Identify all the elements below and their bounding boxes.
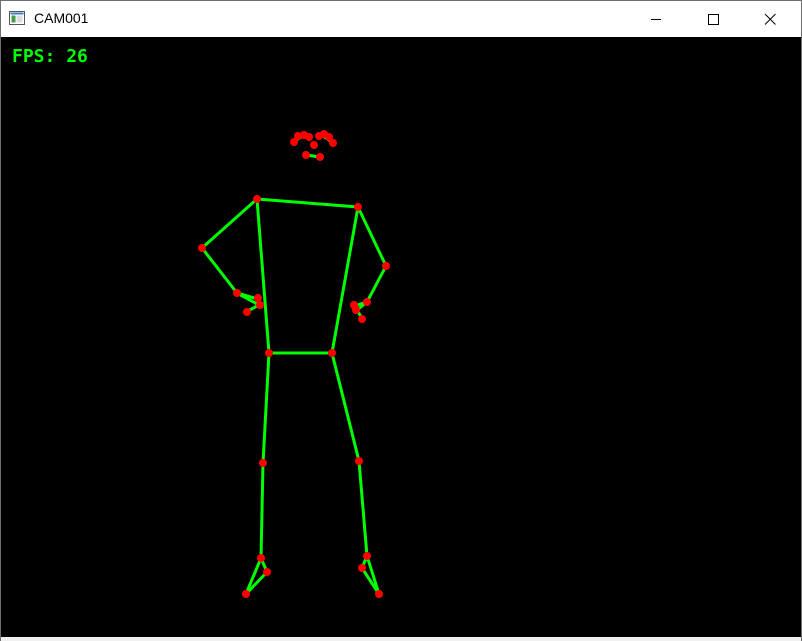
- app-window: CAM001 FPS: 26: [0, 0, 802, 641]
- joint-left-heel: [263, 568, 271, 576]
- joint-mouth-left: [302, 151, 310, 159]
- joint-right-hand: [358, 315, 366, 323]
- bone-shoulders: [255, 197, 360, 209]
- minimize-icon: [651, 18, 661, 20]
- bone-torso-left: [255, 197, 271, 355]
- joint-face: [329, 139, 337, 147]
- joint-right-elbow: [382, 262, 390, 270]
- bone-right-foot-1: [365, 554, 381, 596]
- joint-left-hip: [265, 349, 273, 357]
- bone-left-upper-arm: [200, 197, 259, 250]
- joint-right-hand: [352, 306, 360, 314]
- joint-right-toe: [375, 590, 383, 598]
- joint-face: [310, 141, 318, 149]
- joint-mouth-right: [316, 153, 324, 161]
- joint-left-hand: [243, 308, 251, 316]
- close-icon: [764, 13, 776, 25]
- maximize-icon: [708, 13, 719, 25]
- joint-left-wrist: [233, 289, 241, 297]
- joint-left-shoulder: [253, 195, 261, 203]
- bone-right-upper-arm: [356, 205, 388, 268]
- bone-left-thigh: [261, 351, 271, 465]
- joint-left-knee: [259, 459, 267, 467]
- title-bar[interactable]: CAM001: [1, 1, 801, 37]
- joint-left-toe: [242, 590, 250, 598]
- bone-left-foot-1: [244, 556, 263, 596]
- camera-view: FPS: 26: [1, 37, 801, 637]
- maximize-button[interactable]: [690, 1, 736, 36]
- joint-right-shoulder: [354, 203, 362, 211]
- bone-right-shin: [357, 459, 369, 558]
- bone-left-forearm: [200, 246, 239, 295]
- close-button[interactable]: [747, 1, 793, 36]
- joint-right-knee: [355, 457, 363, 465]
- bone-torso-right: [330, 205, 360, 355]
- joint-right-heel: [358, 564, 366, 572]
- joint-face: [305, 133, 313, 141]
- joint-left-hand: [256, 301, 264, 309]
- pose-skeleton: [198, 130, 390, 598]
- joint-left-ankle: [257, 554, 265, 562]
- minimize-button[interactable]: [633, 1, 679, 36]
- window-bottom-edge: [1, 637, 801, 641]
- joint-right-hip: [328, 349, 336, 357]
- bone-left-shin: [259, 461, 265, 560]
- joint-left-hand: [254, 294, 262, 302]
- app-window-icon: [9, 11, 25, 25]
- joint-left-elbow: [198, 244, 206, 252]
- bone-right-forearm: [365, 264, 388, 304]
- window-title: CAM001: [34, 10, 89, 26]
- joint-right-ankle: [363, 552, 371, 560]
- skeleton-joints: [198, 130, 390, 598]
- joint-right-wrist: [363, 298, 371, 306]
- bone-right-thigh: [330, 351, 361, 463]
